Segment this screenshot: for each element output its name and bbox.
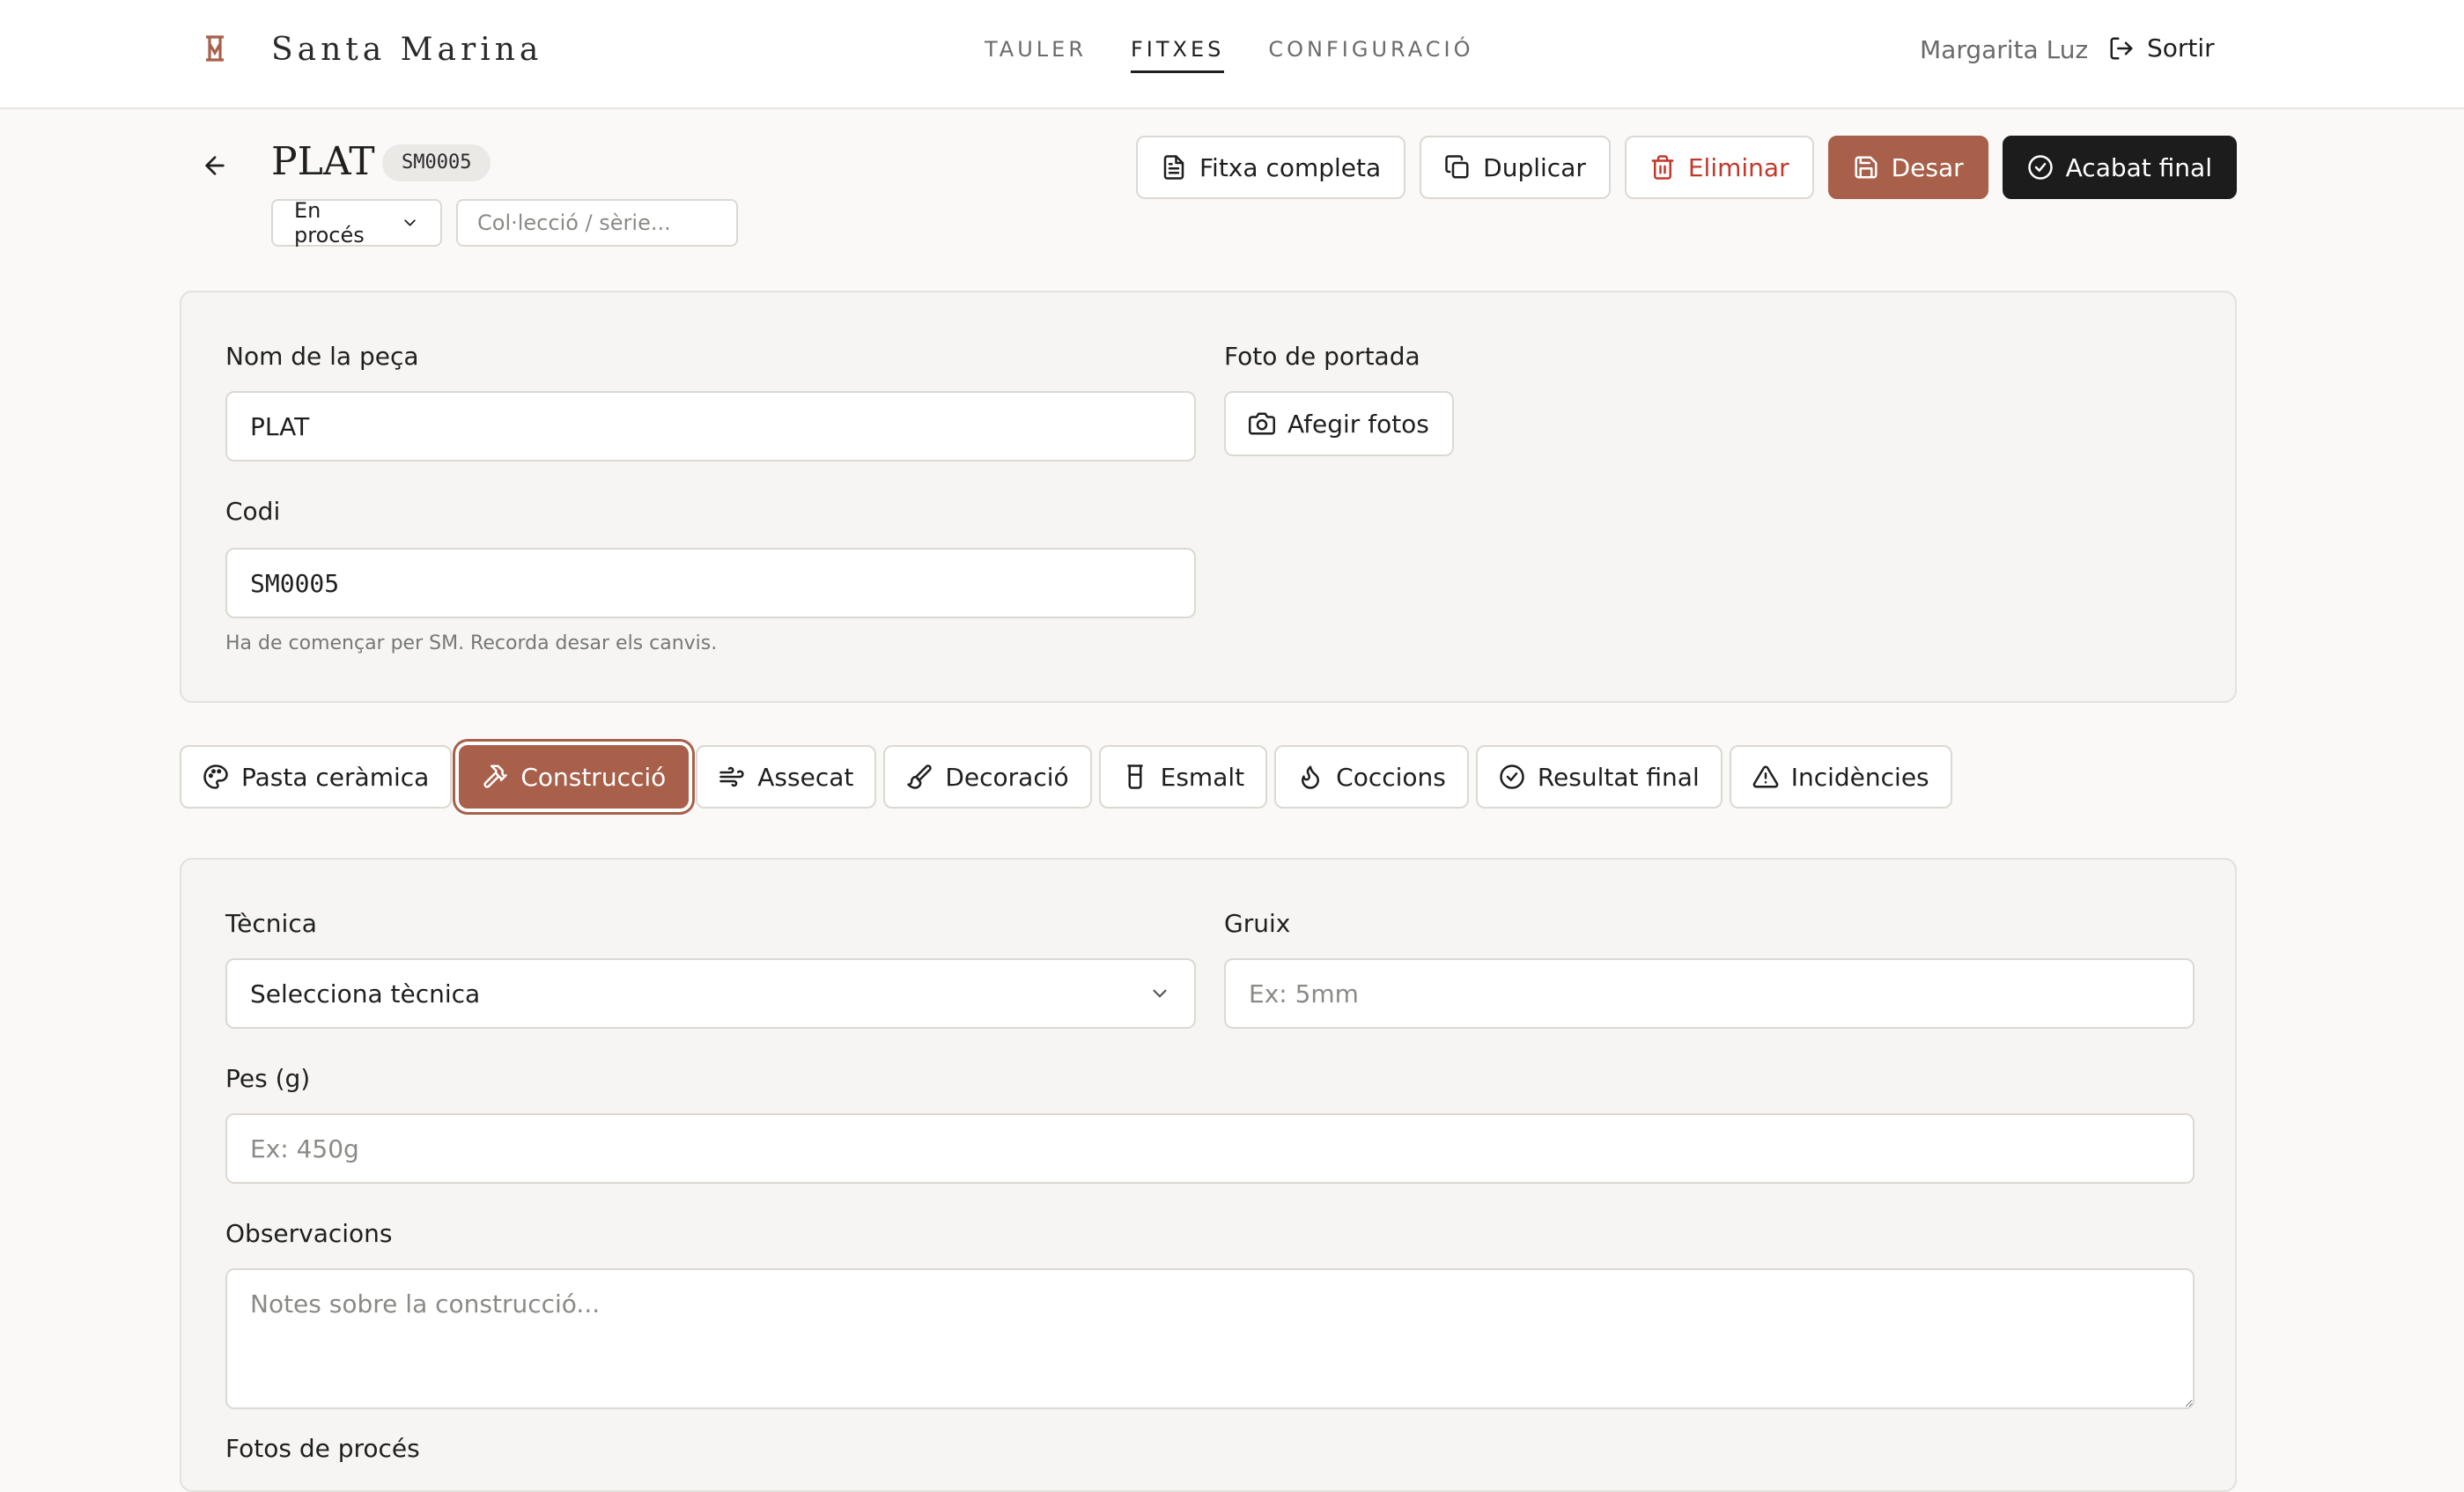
nav-tauler[interactable]: TAULER <box>985 37 1087 73</box>
top-bar: Santa Marina TAULER FITXES CONFIGURACIÓ … <box>0 0 2464 109</box>
copy-icon <box>1445 155 1469 179</box>
flame-icon <box>1302 765 1320 789</box>
full-sheet-label: Fitxa completa <box>1199 152 1382 182</box>
save-button[interactable]: Desar <box>1827 136 1988 199</box>
main-nav: TAULER FITXES CONFIGURACIÓ <box>985 37 1473 73</box>
thickness-input[interactable] <box>1224 958 2195 1029</box>
general-card: Nom de la peça Foto de portada Afegir fo… <box>180 291 2237 703</box>
delete-label: Eliminar <box>1687 152 1789 182</box>
name-label: Nom de la peça <box>225 342 419 371</box>
tab-label: Esmalt <box>1160 762 1245 792</box>
tab-coccions[interactable]: Coccions <box>1274 745 1469 809</box>
camera-icon <box>1249 412 1275 435</box>
logout-label: Sortir <box>2147 33 2215 63</box>
delete-button[interactable]: Eliminar <box>1624 136 1814 199</box>
weight-label: Pes (g) <box>225 1064 311 1093</box>
tab-pasta-ceramica[interactable]: Pasta ceràmica <box>180 745 453 809</box>
finish-label: Acabat final <box>2065 152 2212 182</box>
logout-icon <box>2110 37 2133 59</box>
cover-photo-label: Foto de portada <box>1224 342 1420 371</box>
brand-name[interactable]: Santa Marina <box>271 32 542 68</box>
duplicate-label: Duplicar <box>1483 152 1586 182</box>
tab-label: Construcció <box>520 762 667 792</box>
code-label: Codi <box>225 497 281 526</box>
trash-icon <box>1651 155 1674 180</box>
status-select[interactable]: En procés <box>271 198 442 247</box>
tab-decoracio[interactable]: Decoració <box>883 745 1092 809</box>
wind-icon <box>719 766 744 787</box>
technique-select[interactable]: Selecciona tècnica <box>225 958 1196 1029</box>
code-input[interactable] <box>225 548 1196 618</box>
weight-input[interactable] <box>225 1113 2195 1184</box>
logout-button[interactable]: Sortir <box>2108 33 2215 63</box>
save-label: Desar <box>1891 152 1964 182</box>
thickness-label: Gruix <box>1224 909 1291 938</box>
tab-label: Resultat final <box>1537 762 1700 792</box>
code-badge: SM0005 <box>382 144 491 181</box>
process-photos-label: Fotos de procés <box>225 1434 420 1463</box>
tab-esmalt[interactable]: Esmalt <box>1098 745 1268 809</box>
tab-resultat-final[interactable]: Resultat final <box>1475 745 1723 809</box>
chevron-down-icon <box>1153 989 1167 998</box>
status-value: En procés <box>294 198 365 247</box>
palette-icon <box>203 764 228 789</box>
collection-input[interactable] <box>456 199 738 247</box>
hammer-icon <box>483 764 508 788</box>
tab-label: Decoració <box>945 762 1069 792</box>
full-sheet-button[interactable]: Fitxa completa <box>1135 136 1406 199</box>
name-input[interactable] <box>225 391 1196 462</box>
chevron-down-icon <box>404 219 416 226</box>
logo-icon[interactable] <box>203 30 227 67</box>
code-hint: Ha de començar per SM. Recorda desar els… <box>225 632 718 654</box>
notes-label: Observacions <box>225 1219 393 1248</box>
nav-fitxes[interactable]: FITXES <box>1131 37 1225 73</box>
duplicate-button[interactable]: Duplicar <box>1420 136 1611 199</box>
technique-label: Tècnica <box>225 909 317 938</box>
technique-value: Selecciona tècnica <box>250 979 481 1008</box>
brush-icon <box>907 764 933 789</box>
file-text-icon <box>1163 155 1184 180</box>
tab-label: Pasta ceràmica <box>241 762 430 792</box>
tab-construccio[interactable]: Construcció <box>459 745 690 809</box>
user-name: Margarita Luz <box>1920 35 2089 64</box>
tab-label: Incidències <box>1790 762 1929 792</box>
warning-icon <box>1752 765 1779 788</box>
add-photos-label: Afegir fotos <box>1287 409 1429 439</box>
back-arrow-icon[interactable] <box>201 151 229 180</box>
check-circle-icon <box>1500 764 1524 789</box>
process-tabs: Pasta ceràmica Construcció Assecat Decor… <box>180 745 1952 809</box>
piece-title: PLAT <box>271 139 375 184</box>
notes-textarea[interactable] <box>225 1268 2195 1409</box>
tab-label: Assecat <box>757 762 854 792</box>
finish-button[interactable]: Acabat final <box>2002 136 2237 199</box>
check-circle-icon <box>2027 155 2053 180</box>
tab-label: Coccions <box>1336 762 1446 792</box>
nav-configuracio[interactable]: CONFIGURACIÓ <box>1268 37 1473 73</box>
tab-incidencies[interactable]: Incidències <box>1729 745 1952 809</box>
glass-icon <box>1126 764 1143 789</box>
tab-assecat[interactable]: Assecat <box>696 745 877 809</box>
add-photos-button[interactable]: Afegir fotos <box>1224 391 1454 456</box>
construction-card: Tècnica Selecciona tècnica Gruix Pes (g)… <box>180 858 2237 1492</box>
save-icon <box>1855 156 1878 179</box>
action-bar: Fitxa completa Duplicar Eliminar Desar A… <box>1135 136 2237 199</box>
